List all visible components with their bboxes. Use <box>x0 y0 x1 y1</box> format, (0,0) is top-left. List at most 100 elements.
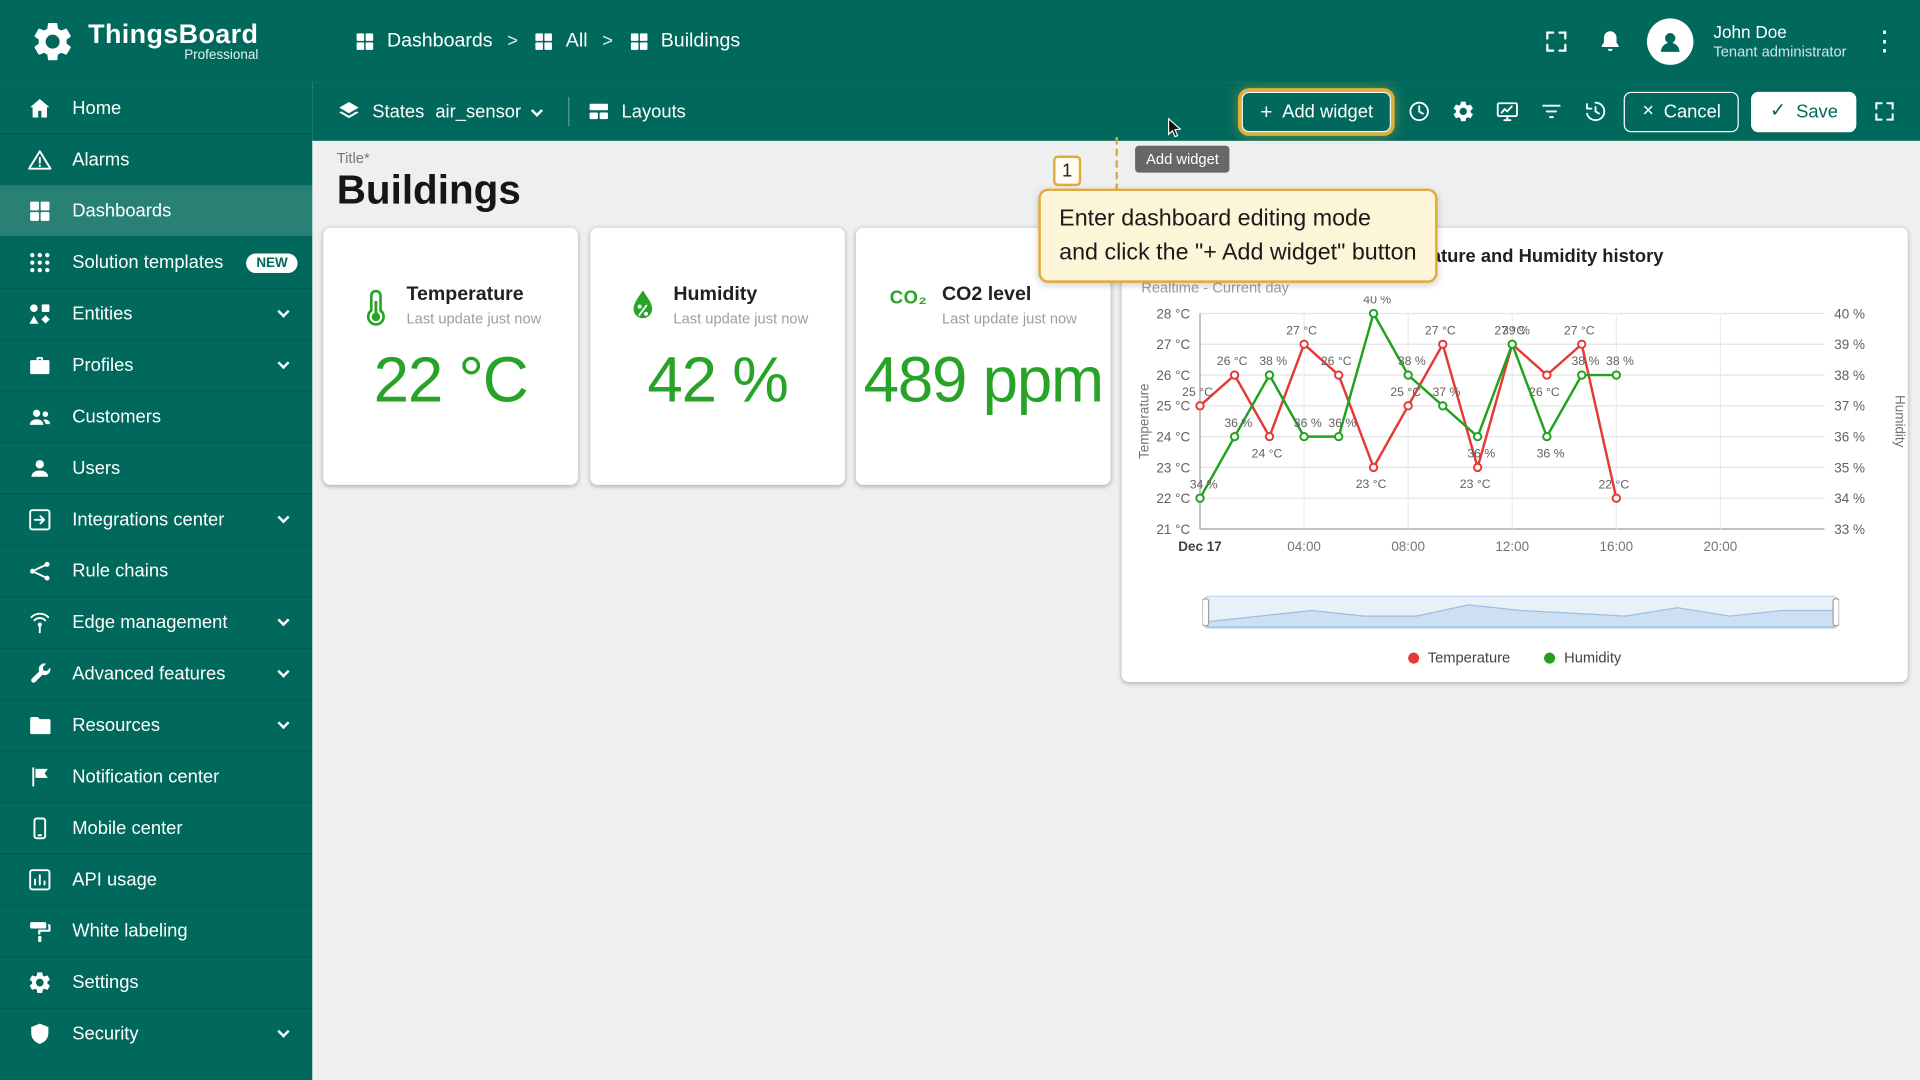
svg-text:26 °C: 26 °C <box>1321 354 1352 368</box>
svg-text:36 %: 36 % <box>1294 416 1322 430</box>
sidebar-item-entities[interactable]: Entities <box>0 287 313 339</box>
sidebar-item-api-usage[interactable]: API usage <box>0 853 313 904</box>
filters-button[interactable] <box>1536 96 1568 128</box>
widget-card-humidity[interactable]: Humidity Last update just now 42 % <box>590 227 845 485</box>
breadcrumb-item-all[interactable]: All <box>533 30 588 52</box>
sidebar-item-label: Home <box>72 97 122 119</box>
svg-text:20:00: 20:00 <box>1704 539 1738 554</box>
svg-text:27 °C: 27 °C <box>1156 337 1190 352</box>
sidebar-item-notification-center[interactable]: Notification center <box>0 750 313 802</box>
widget-card-titles: Temperature Last update just now <box>406 284 541 327</box>
chevron-down-icon <box>277 665 290 678</box>
sidebar-item-label: Integrations center <box>72 509 225 531</box>
layouts-button[interactable]: Layouts <box>574 89 698 133</box>
breadcrumb-label: Buildings <box>660 30 741 51</box>
legend-dot-icon <box>1544 652 1556 664</box>
users-icon <box>27 456 53 482</box>
cancel-button[interactable]: × Cancel <box>1624 91 1740 132</box>
svg-text:04:00: 04:00 <box>1287 539 1321 554</box>
sidebar-item-label: Security <box>72 1023 139 1045</box>
fullscreen-button[interactable] <box>1540 24 1574 58</box>
svg-text:36 %: 36 % <box>1537 446 1565 460</box>
svg-text:Dec 17: Dec 17 <box>1178 539 1221 554</box>
timeseries-chart: 21 °C 22 °C 23 °C 24 °C 25 °C 26 °C 27 °C 28 °C… <box>1137 293 1908 581</box>
svg-text:36 %: 36 % <box>1834 430 1865 445</box>
header-actions: John Doe Tenant administrator ⋮ <box>1540 17 1920 65</box>
sidebar-item-advanced-features[interactable]: Advanced features <box>0 647 313 699</box>
mouse-cursor-icon <box>1163 116 1186 139</box>
svg-text:27 °C: 27 °C <box>1425 323 1456 337</box>
chart-widget[interactable]: Temperature and Humidity history Realtim… <box>1121 227 1908 683</box>
svg-text:40 %: 40 % <box>1834 306 1865 321</box>
breadcrumb-item-dashboards[interactable]: Dashboards <box>354 30 493 52</box>
history-icon <box>1584 99 1608 123</box>
sidebar-item-security[interactable]: Security <box>0 1007 313 1059</box>
svg-text:33 %: 33 % <box>1834 522 1865 537</box>
notifications-button[interactable] <box>1593 24 1627 58</box>
sidebar-item-home[interactable]: Home <box>0 82 312 133</box>
time-window-button[interactable] <box>1404 96 1436 128</box>
add-widget-button[interactable]: + Add widget <box>1241 91 1392 132</box>
notification-icon <box>27 764 53 790</box>
save-button[interactable]: ✓ Save <box>1751 91 1857 132</box>
app-window: ThingsBoard Professional Dashboards > All >… <box>0 0 1920 1080</box>
chevron-down-icon <box>277 357 290 370</box>
sidebar-item-customers[interactable]: Customers <box>0 390 313 442</box>
svg-text:26 °C: 26 °C <box>1217 354 1248 368</box>
sidebar-item-profiles[interactable]: Profiles <box>0 339 313 390</box>
widget-subtitle: Last update just now <box>941 309 1077 327</box>
sidebar-item-dashboards[interactable]: Dashboards <box>0 184 313 237</box>
avatar[interactable] <box>1647 17 1694 65</box>
toolbar-divider <box>567 96 569 127</box>
svg-text:23 °C: 23 °C <box>1156 460 1190 475</box>
legend-item-humidity[interactable]: Humidity <box>1544 649 1621 666</box>
sidebar-item-alarms[interactable]: Alarms <box>0 133 313 184</box>
security-icon <box>27 1021 53 1047</box>
chart-navigator[interactable] <box>1201 594 1840 637</box>
dashboard-grid-icon <box>354 30 376 52</box>
close-icon: × <box>1642 100 1654 122</box>
svg-text:08:00: 08:00 <box>1391 539 1425 554</box>
dashboard-settings-button[interactable] <box>1448 96 1480 128</box>
dashboard-edit-toolbar: States air_sensor Layouts + Add widget ×… <box>312 82 1920 141</box>
sidebar-item-settings[interactable]: Settings <box>0 956 313 1007</box>
legend-dot-icon <box>1408 652 1420 664</box>
sidebar-item-users[interactable]: Users <box>0 442 313 493</box>
svg-text:Humidity: Humidity <box>1893 395 1908 448</box>
alarms-icon <box>27 147 53 173</box>
widget-card-header: Temperature Last update just now <box>323 284 578 327</box>
more-menu-button[interactable]: ⋮ <box>1866 27 1903 55</box>
sidebar-item-resources[interactable]: Resources <box>0 699 313 750</box>
gear-icon <box>1451 99 1475 123</box>
version-control-button[interactable] <box>1580 96 1612 128</box>
toolbar-fullscreen-button[interactable] <box>1869 96 1901 128</box>
widget-card-thermometer[interactable]: Temperature Last update just now 22 °C <box>323 227 578 485</box>
svg-text:36 %: 36 % <box>1467 446 1495 460</box>
sidebar-item-white-labeling[interactable]: White labeling <box>0 904 313 956</box>
svg-text:37 %: 37 % <box>1834 399 1865 414</box>
new-badge: NEW <box>246 252 298 273</box>
sidebar-item-integrations-center[interactable]: Integrations center <box>0 493 313 544</box>
sidebar-item-solution-templates[interactable]: Solution templates NEW <box>0 236 313 287</box>
widget-card-titles: CO2 level Last update just now <box>942 284 1077 327</box>
states-icon <box>337 99 361 123</box>
legend-item-temperature[interactable]: Temperature <box>1408 649 1510 666</box>
sidebar-item-rule-chains[interactable]: Rule chains <box>0 544 313 596</box>
sidebar-item-mobile-center[interactable]: Mobile center <box>0 802 313 853</box>
widget-title: Temperature <box>406 284 524 305</box>
widget-subtitle: Last update just now <box>406 309 542 327</box>
states-select[interactable]: States air_sensor <box>324 89 562 133</box>
manage-layouts-button[interactable] <box>1492 96 1524 128</box>
svg-text:34 %: 34 % <box>1834 491 1865 506</box>
svg-text:22 °C: 22 °C <box>1156 491 1190 506</box>
bell-icon <box>1597 28 1624 55</box>
callout-line1: Enter dashboard editing mode <box>1059 205 1371 232</box>
legend-label: Temperature <box>1427 648 1511 667</box>
svg-text:38 %: 38 % <box>1606 354 1634 368</box>
title-label: Title* <box>336 149 370 167</box>
home-icon <box>27 95 53 121</box>
sidebar-item-edge-management[interactable]: Edge management <box>0 596 313 647</box>
app-logo[interactable]: ThingsBoard Professional <box>0 18 312 65</box>
breadcrumb-item-buildings[interactable]: Buildings <box>628 30 741 52</box>
page-title[interactable]: Buildings <box>337 167 521 214</box>
